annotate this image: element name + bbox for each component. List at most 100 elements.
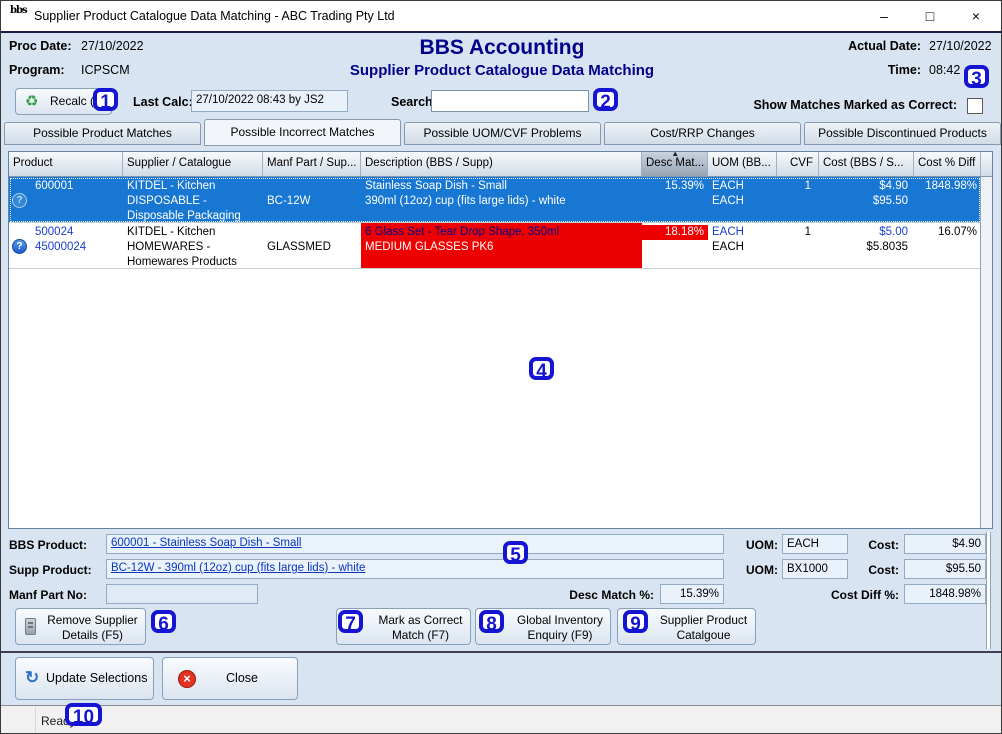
uom-supp-field: BX1000 — [782, 559, 848, 579]
annotation-10: 10 — [65, 703, 102, 726]
cell-cvf: 1 — [777, 223, 819, 268]
supp-product-link[interactable]: BC-12W - 390ml (12oz) cup (fits large li… — [111, 562, 365, 574]
last-calc-field: 27/10/2022 08:43 by JS2 — [191, 90, 348, 112]
update-arrows-icon: ↻ — [25, 658, 39, 698]
column-header-uom[interactable]: UOM (BB... — [708, 152, 777, 176]
update-selections-button[interactable]: ↻ Update Selections — [15, 657, 154, 700]
supp-product-field: BC-12W - 390ml (12oz) cup (fits large li… — [106, 559, 724, 579]
column-header-cost[interactable]: Cost (BBS / S... — [819, 152, 914, 176]
window-controls: – □ × — [861, 1, 999, 31]
cost-diff-field: 1848.98% — [904, 584, 986, 604]
cell-supplier-catalogue: KITDEL - Kitchen HOMEWARES - Homewares P… — [123, 223, 263, 268]
cell-product: ? 500024 45000024 — [9, 223, 123, 268]
table-header: Product Supplier / Catalogue Manf Part /… — [9, 152, 992, 177]
search-label: Search: — [391, 95, 437, 109]
cell-product: ? 600001 — [9, 177, 123, 222]
bbs-product-field: 600001 - Stainless Soap Dish - Small — [106, 534, 724, 554]
annotation-2: 2 — [593, 88, 618, 111]
actual-date-value: 27/10/2022 — [929, 39, 992, 53]
sort-ascending-icon: ▲ — [671, 152, 679, 158]
app-logo-icon: bbs — [10, 6, 30, 26]
bbs-product-label: BBS Product: — [9, 538, 87, 552]
tab-cost-rrp-changes[interactable]: Cost/RRP Changes — [604, 122, 801, 145]
show-matches-checkbox[interactable] — [967, 98, 983, 114]
cost-supp-field: $95.50 — [904, 559, 986, 579]
time-value: 08:42 — [929, 63, 960, 77]
question-icon: ? — [12, 193, 27, 208]
window-title: Supplier Product Catalogue Data Matching… — [34, 9, 395, 23]
manf-part-no-input[interactable] — [106, 584, 258, 604]
desc-match-field: 15.39% — [660, 584, 724, 604]
cell-cost-diff: 16.07% — [914, 223, 981, 268]
column-header-cost-diff[interactable]: Cost % Diff — [914, 152, 981, 176]
title-bar: bbs Supplier Product Catalogue Data Matc… — [1, 1, 1001, 33]
cell-manf-part: GLASSMED — [263, 223, 361, 268]
annotation-4: 4 — [529, 357, 554, 380]
tab-possible-incorrect-matches[interactable]: Possible Incorrect Matches — [204, 119, 401, 146]
cell-cost-diff: 1848.98% — [914, 177, 981, 222]
column-header-cvf[interactable]: CVF — [777, 152, 819, 176]
maximize-icon[interactable]: □ — [907, 1, 953, 31]
uom-supp-label: UOM: — [730, 563, 778, 577]
annotation-8: 8 — [479, 610, 504, 633]
cell-uom: EACH EACH — [708, 223, 777, 268]
column-header-supplier-catalogue[interactable]: Supplier / Catalogue — [123, 152, 263, 176]
uom-bbs-label: UOM: — [730, 538, 778, 552]
desc-match-label: Desc Match %: — [536, 588, 654, 602]
supp-product-label: Supp Product: — [9, 563, 92, 577]
cell-desc-match: 15.39% — [642, 177, 708, 222]
remove-supplier-details-button[interactable]: Remove Supplier Details (F5) — [15, 608, 146, 645]
matches-table: Product Supplier / Catalogue Manf Part /… — [8, 151, 993, 529]
table-row[interactable]: ? 600001 KITDEL - Kitchen DISPOSABLE - D… — [9, 177, 981, 223]
actual-date-label: Actual Date: — [831, 39, 921, 53]
column-header-desc-match[interactable]: ▲Desc Mat... — [642, 152, 708, 176]
cost-supp-label: Cost: — [857, 563, 899, 577]
time-label: Time: — [831, 63, 921, 77]
cost-diff-label: Cost Diff %: — [791, 588, 899, 602]
tab-possible-product-matches[interactable]: Possible Product Matches — [4, 122, 201, 145]
cost-bbs-label: Cost: — [857, 538, 899, 552]
footer-separator — [1, 651, 1002, 653]
cell-uom: EACH EACH — [708, 177, 777, 222]
cell-cvf: 1 — [777, 177, 819, 222]
app-window: bbs Supplier Product Catalogue Data Matc… — [0, 0, 1002, 734]
cell-description: Stainless Soap Dish - Small 390ml (12oz)… — [361, 177, 642, 222]
panel-edge — [986, 532, 991, 649]
manf-part-no-label: Manf Part No: — [9, 588, 87, 602]
close-icon[interactable]: × — [953, 1, 999, 31]
status-bar: Ready — [1, 705, 1002, 734]
table-scrollbar[interactable] — [980, 177, 992, 528]
annotation-7: 7 — [338, 610, 363, 633]
annotation-6: 6 — [151, 610, 176, 633]
column-header-manf-part[interactable]: Manf Part / Sup... — [263, 152, 361, 176]
annotation-1: 1 — [93, 88, 118, 111]
show-matches-label: Show Matches Marked as Correct: — [701, 98, 957, 112]
close-button[interactable]: × Close — [162, 657, 298, 700]
minimize-icon[interactable]: – — [861, 1, 907, 31]
column-header-product[interactable]: Product — [9, 152, 123, 176]
column-header-description[interactable]: Description (BBS / Supp) — [361, 152, 642, 176]
recalc-icon: ♻ — [25, 89, 38, 114]
annotation-3: 3 — [964, 65, 989, 88]
tab-possible-uom-cvf-problems[interactable]: Possible UOM/CVF Problems — [404, 122, 601, 145]
status-bar-cell — [1, 707, 36, 734]
cell-cost: $5.00 $5.8035 — [819, 223, 914, 268]
tab-possible-discontinued-products[interactable]: Possible Discontinued Products — [804, 122, 1001, 145]
last-calc-label: Last Calc: — [133, 95, 193, 109]
search-input[interactable] — [431, 90, 589, 112]
annotation-9: 9 — [623, 610, 648, 633]
cell-desc-match-alert: 18.18% — [642, 223, 708, 268]
question-icon: ? — [12, 239, 27, 254]
annotation-5: 5 — [503, 541, 528, 564]
cost-bbs-field: $4.90 — [904, 534, 986, 554]
close-red-icon: × — [178, 670, 196, 688]
bbs-product-link[interactable]: 600001 - Stainless Soap Dish - Small — [111, 537, 302, 549]
cell-description-alert: 6 Glass Set - Tear Drop Shape, 350ml MED… — [361, 223, 642, 268]
recalc-label: Recalc ( — [50, 94, 94, 108]
table-row[interactable]: ? 500024 45000024 KITDEL - Kitchen HOMEW… — [9, 223, 981, 269]
cell-manf-part: BC-12W — [263, 177, 361, 222]
cell-cost: $4.90 $95.50 — [819, 177, 914, 222]
cell-supplier-catalogue: KITDEL - Kitchen DISPOSABLE - Disposable… — [123, 177, 263, 222]
remove-supplier-icon — [25, 618, 36, 635]
uom-bbs-field: EACH — [782, 534, 848, 554]
